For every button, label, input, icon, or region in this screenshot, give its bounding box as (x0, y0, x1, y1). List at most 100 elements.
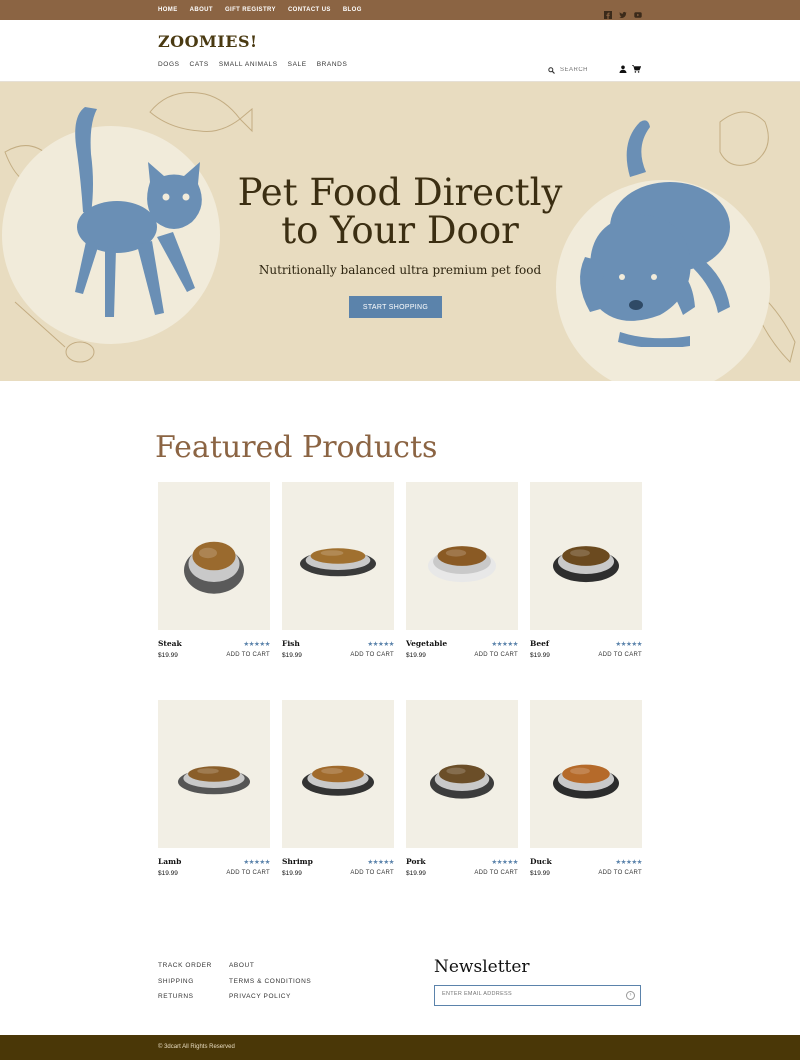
food-bowl-image (300, 548, 376, 577)
product-price: $19.99 (530, 870, 550, 877)
product-price: $19.99 (406, 652, 426, 659)
user-icon[interactable] (619, 60, 627, 78)
site-logo[interactable]: ZOOMIES! (158, 32, 258, 51)
start-shopping-button[interactable]: START SHOPPING (349, 296, 442, 318)
product-image[interactable] (406, 700, 518, 848)
nav-dogs[interactable]: DOGS (158, 61, 180, 68)
footer-col-2: ABOUT TERMS & CONDITIONS PRIVACY POLICY (229, 962, 311, 1009)
product-card[interactable]: Beef ★★★★★ $19.99 ADD TO CART (530, 482, 642, 659)
product-price: $19.99 (530, 652, 550, 659)
search-input[interactable] (560, 67, 615, 73)
facebook-icon[interactable] (604, 6, 612, 19)
product-image[interactable] (158, 700, 270, 848)
search-icon[interactable] (548, 61, 555, 79)
email-field[interactable] (442, 991, 612, 997)
top-nav-contact-us[interactable]: CONTACT US (288, 7, 331, 13)
rating-stars: ★★★★★ (367, 859, 394, 866)
social-links (604, 0, 642, 20)
product-image[interactable] (530, 482, 642, 630)
product-name[interactable]: Steak (158, 639, 182, 648)
product-price: $19.99 (282, 652, 302, 659)
add-to-cart-button[interactable]: ADD TO CART (226, 652, 270, 658)
rating-stars: ★★★★★ (615, 859, 642, 866)
featured-title: Featured Products (155, 430, 438, 465)
main-nav: DOGS CATS SMALL ANIMALS SALE BRANDS (158, 61, 347, 68)
product-image[interactable] (530, 700, 642, 848)
product-card[interactable]: Duck ★★★★★ $19.99 ADD TO CART (530, 700, 642, 877)
footer-shipping[interactable]: SHIPPING (158, 978, 212, 994)
rating-stars: ★★★★★ (243, 859, 270, 866)
food-bowl-image (302, 765, 374, 796)
add-to-cart-button[interactable]: ADD TO CART (226, 870, 270, 876)
rating-stars: ★★★★★ (491, 641, 518, 648)
hero-title: Pet Food Directly to Your Door (200, 174, 600, 250)
footer-privacy[interactable]: PRIVACY POLICY (229, 993, 311, 1009)
food-bowl-image (430, 764, 494, 799)
rating-stars: ★★★★★ (615, 641, 642, 648)
product-image[interactable] (282, 700, 394, 848)
food-bowl-image (553, 764, 619, 799)
cart-icon[interactable] (632, 60, 642, 78)
footer-track-order[interactable]: TRACK ORDER (158, 962, 212, 978)
product-name[interactable]: Duck (530, 857, 552, 866)
footer-terms[interactable]: TERMS & CONDITIONS (229, 978, 311, 994)
footer-col-1: TRACK ORDER SHIPPING RETURNS (158, 962, 212, 1009)
submit-arrow-icon[interactable]: › (626, 991, 635, 1000)
top-nav-gift-registry[interactable]: GIFT REGISTRY (225, 7, 276, 13)
product-name[interactable]: Shrimp (282, 857, 313, 866)
product-card[interactable]: Pork ★★★★★ $19.99 ADD TO CART (406, 700, 518, 877)
product-name[interactable]: Pork (406, 857, 426, 866)
product-card[interactable]: Vegetable ★★★★★ $19.99 ADD TO CART (406, 482, 518, 659)
product-card[interactable]: Steak ★★★★★ $19.99 ADD TO CART (158, 482, 270, 659)
product-name[interactable]: Vegetable (406, 639, 447, 648)
add-to-cart-button[interactable]: ADD TO CART (350, 870, 394, 876)
food-bowl-image (428, 546, 496, 583)
product-image[interactable] (158, 482, 270, 630)
top-nav-blog[interactable]: BLOG (343, 7, 362, 13)
top-nav-home[interactable]: HOME (158, 7, 178, 13)
product-price: $19.99 (406, 870, 426, 877)
nav-small-animals[interactable]: SMALL ANIMALS (219, 61, 278, 68)
search-box (548, 61, 615, 79)
product-name[interactable]: Lamb (158, 857, 181, 866)
hero-banner: Pet Food Directly to Your Door Nutrition… (0, 82, 800, 381)
hero-subtitle: Nutritionally balanced ultra premium pet… (258, 263, 542, 277)
rating-stars: ★★★★★ (243, 641, 270, 648)
youtube-icon[interactable] (634, 6, 642, 18)
site-header: ZOOMIES! DOGS CATS SMALL ANIMALS SALE BR… (0, 20, 800, 82)
product-card[interactable]: Fish ★★★★★ $19.99 ADD TO CART (282, 482, 394, 659)
rating-stars: ★★★★★ (367, 641, 394, 648)
header-icons (619, 60, 642, 78)
product-name[interactable]: Beef (530, 639, 549, 648)
food-bowl-image (184, 541, 244, 594)
product-price: $19.99 (158, 652, 178, 659)
product-card[interactable]: Shrimp ★★★★★ $19.99 ADD TO CART (282, 700, 394, 877)
footer-returns[interactable]: RETURNS (158, 993, 212, 1009)
add-to-cart-button[interactable]: ADD TO CART (598, 870, 642, 876)
nav-sale[interactable]: SALE (288, 61, 307, 68)
product-name[interactable]: Fish (282, 639, 300, 648)
top-bar: HOME ABOUT GIFT REGISTRY CONTACT US BLOG (0, 0, 800, 20)
cat-illustration (75, 107, 202, 317)
newsletter-title: Newsletter (434, 957, 530, 977)
top-nav-about[interactable]: ABOUT (190, 7, 213, 13)
newsletter-form: › (434, 985, 641, 1006)
product-image[interactable] (282, 482, 394, 630)
nav-cats[interactable]: CATS (190, 61, 209, 68)
product-card[interactable]: Lamb ★★★★★ $19.99 ADD TO CART (158, 700, 270, 877)
product-price: $19.99 (282, 870, 302, 877)
copyright: © 3dcart All Rights Reserved (158, 1044, 235, 1050)
footer-about[interactable]: ABOUT (229, 962, 311, 978)
rating-stars: ★★★★★ (491, 859, 518, 866)
hero-title-line2: to Your Door (281, 209, 519, 252)
nav-brands[interactable]: BRANDS (317, 61, 348, 68)
bottom-bar: © 3dcart All Rights Reserved (0, 1035, 800, 1060)
add-to-cart-button[interactable]: ADD TO CART (474, 652, 518, 658)
product-image[interactable] (406, 482, 518, 630)
food-bowl-image (553, 546, 619, 583)
food-bowl-image (178, 766, 250, 795)
add-to-cart-button[interactable]: ADD TO CART (350, 652, 394, 658)
twitter-icon[interactable] (619, 6, 627, 18)
add-to-cart-button[interactable]: ADD TO CART (598, 652, 642, 658)
add-to-cart-button[interactable]: ADD TO CART (474, 870, 518, 876)
